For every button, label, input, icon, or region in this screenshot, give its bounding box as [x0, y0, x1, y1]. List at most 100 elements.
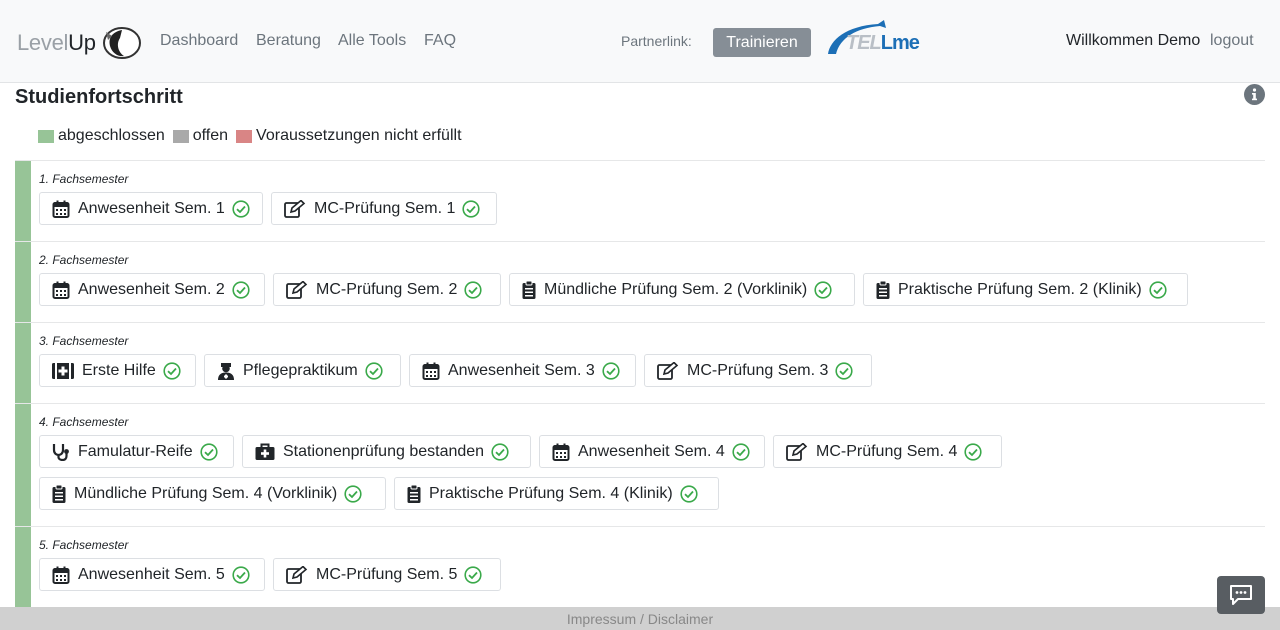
- semester-status-bar: [15, 404, 31, 526]
- badge-mc-pruefung-sem-1[interactable]: MC-Prüfung Sem. 1: [271, 192, 497, 225]
- semester-label: 5. Fachsemester: [39, 538, 129, 552]
- edit-icon: [286, 565, 308, 584]
- edit-icon: [786, 442, 808, 461]
- badge-anwesenheit-sem-4[interactable]: Anwesenheit Sem. 4: [539, 435, 765, 468]
- check-circle-icon: [344, 484, 362, 503]
- badge-mc-pruefung-sem-4[interactable]: MC-Prüfung Sem. 4: [773, 435, 1002, 468]
- semester-label: 2. Fachsemester: [39, 253, 129, 267]
- medkit-icon: [255, 443, 275, 460]
- legend-abgeschlossen: abgeschlossen: [38, 127, 165, 145]
- badge-mc-pruefung-sem-5[interactable]: MC-Prüfung Sem. 5: [273, 558, 501, 591]
- semester-2: 2. Fachsemester Anwesenheit Sem. 2 MC-Pr…: [15, 241, 1265, 322]
- semester-label: 3. Fachsemester: [39, 334, 129, 348]
- badge-stationenpruefung[interactable]: Stationenprüfung bestanden: [242, 435, 531, 468]
- semester-label: 4. Fachsemester: [39, 415, 129, 429]
- calendar-icon: [52, 200, 70, 218]
- legend-label: abgeschlossen: [58, 127, 165, 144]
- badge-mc-pruefung-sem-2[interactable]: MC-Prüfung Sem. 2: [273, 273, 501, 306]
- semester-status-bar: [15, 323, 31, 403]
- check-circle-icon: [232, 565, 250, 584]
- badge-label: Stationenprüfung bestanden: [283, 442, 485, 460]
- badge-label: MC-Prüfung Sem. 4: [816, 442, 958, 460]
- badge-label: Pflegepraktikum: [243, 361, 358, 379]
- check-circle-icon: [232, 280, 250, 299]
- check-circle-icon: [462, 199, 480, 218]
- legend-swatch-red: [236, 129, 253, 143]
- check-circle-icon: [732, 442, 750, 461]
- clipboard-icon: [407, 484, 421, 503]
- legend-voraussetzungen: Voraussetzungen nicht erfüllt: [236, 127, 462, 145]
- semester-status-bar: [15, 242, 31, 322]
- badge-erste-hilfe[interactable]: Erste Hilfe: [39, 354, 196, 387]
- badge-muendliche-pruefung-sem-4[interactable]: Mündliche Prüfung Sem. 4 (Vorklinik): [39, 477, 386, 510]
- check-circle-icon: [1149, 280, 1167, 299]
- badge-label: MC-Prüfung Sem. 1: [314, 199, 456, 217]
- levelup-logo[interactable]: LevelUp: [17, 23, 142, 63]
- badge-pflegepraktikum[interactable]: Pflegepraktikum: [204, 354, 401, 387]
- clipboard-icon: [876, 280, 890, 299]
- chat-icon: [1230, 585, 1252, 605]
- semester-status-bar: [15, 161, 31, 241]
- nav-faq[interactable]: FAQ: [424, 32, 456, 50]
- top-navbar: LevelUp Dashboard Beratung Alle Tools FA…: [0, 0, 1280, 83]
- nurse-icon: [218, 362, 234, 380]
- calendar-icon: [52, 566, 70, 584]
- badge-mc-pruefung-sem-3[interactable]: MC-Prüfung Sem. 3: [644, 354, 872, 387]
- check-circle-icon: [835, 361, 853, 380]
- badge-label: MC-Prüfung Sem. 3: [687, 361, 829, 379]
- badge-label: Famulatur-Reife: [78, 442, 193, 460]
- welcome-text: Willkommen Demo: [1066, 32, 1201, 49]
- check-circle-icon: [163, 361, 181, 380]
- badge-label: Anwesenheit Sem. 1: [78, 199, 225, 217]
- impressum-link[interactable]: Impressum / Disclaimer: [567, 611, 713, 627]
- first-aid-icon: [52, 362, 74, 379]
- legend-swatch-green: [38, 129, 54, 143]
- check-circle-icon: [491, 442, 509, 461]
- badge-label: Praktische Prüfung Sem. 2 (Klinik): [898, 280, 1142, 298]
- nav-dashboard[interactable]: Dashboard: [160, 32, 238, 50]
- nav-beratung[interactable]: Beratung: [256, 32, 321, 50]
- levelup-mark-icon: [102, 27, 141, 59]
- legend-label: Voraussetzungen nicht erfüllt: [256, 127, 462, 144]
- nav-alle-tools[interactable]: Alle Tools: [338, 32, 406, 50]
- edit-icon: [286, 280, 308, 299]
- calendar-icon: [552, 443, 570, 461]
- stethoscope-icon: [52, 443, 69, 461]
- semester-1: 1. Fachsemester Anwesenheit Sem. 1 MC-Pr…: [15, 160, 1265, 241]
- badge-famulatur-reife[interactable]: Famulatur-Reife: [39, 435, 234, 468]
- badge-anwesenheit-sem-2[interactable]: Anwesenheit Sem. 2: [39, 273, 265, 306]
- trainieren-button[interactable]: Trainieren: [713, 28, 811, 57]
- info-icon[interactable]: [1244, 84, 1265, 105]
- semester-4: 4. Fachsemester Famulatur-Reife Statione…: [15, 403, 1265, 526]
- badge-anwesenheit-sem-5[interactable]: Anwesenheit Sem. 5: [39, 558, 265, 591]
- footer: Impressum / Disclaimer: [0, 607, 1280, 630]
- semester-status-bar: [15, 527, 31, 607]
- check-circle-icon: [365, 361, 383, 380]
- badge-label: MC-Prüfung Sem. 2: [316, 280, 458, 298]
- check-circle-icon: [464, 280, 482, 299]
- tellme-logo[interactable]: TELLme: [846, 32, 920, 55]
- logout-link[interactable]: logout: [1210, 32, 1254, 50]
- badge-anwesenheit-sem-3[interactable]: Anwesenheit Sem. 3: [409, 354, 636, 387]
- legend-offen: offen: [172, 127, 229, 145]
- legend-label: offen: [192, 127, 229, 144]
- clipboard-icon: [52, 484, 66, 503]
- clipboard-icon: [522, 280, 536, 299]
- badge-praktische-pruefung-sem-4[interactable]: Praktische Prüfung Sem. 4 (Klinik): [394, 477, 719, 510]
- status-legend: abgeschlossen offen Voraussetzungen nich…: [38, 127, 470, 145]
- check-circle-icon: [464, 565, 482, 584]
- badge-label: Mündliche Prüfung Sem. 4 (Vorklinik): [74, 484, 338, 502]
- badge-label: Praktische Prüfung Sem. 4 (Klinik): [429, 484, 673, 502]
- badge-praktische-pruefung-sem-2[interactable]: Praktische Prüfung Sem. 2 (Klinik): [863, 273, 1188, 306]
- badge-label: Erste Hilfe: [82, 361, 156, 379]
- chat-button[interactable]: [1217, 576, 1265, 614]
- badge-label: MC-Prüfung Sem. 5: [316, 565, 458, 583]
- badge-anwesenheit-sem-1[interactable]: Anwesenheit Sem. 1: [39, 192, 263, 225]
- legend-swatch-grey: [172, 129, 189, 143]
- semester-label: 1. Fachsemester: [39, 172, 129, 186]
- check-circle-icon: [602, 361, 620, 380]
- edit-icon: [657, 361, 679, 380]
- badge-muendliche-pruefung-sem-2[interactable]: Mündliche Prüfung Sem. 2 (Vorklinik): [509, 273, 855, 306]
- check-circle-icon: [680, 484, 698, 503]
- calendar-icon: [422, 362, 440, 380]
